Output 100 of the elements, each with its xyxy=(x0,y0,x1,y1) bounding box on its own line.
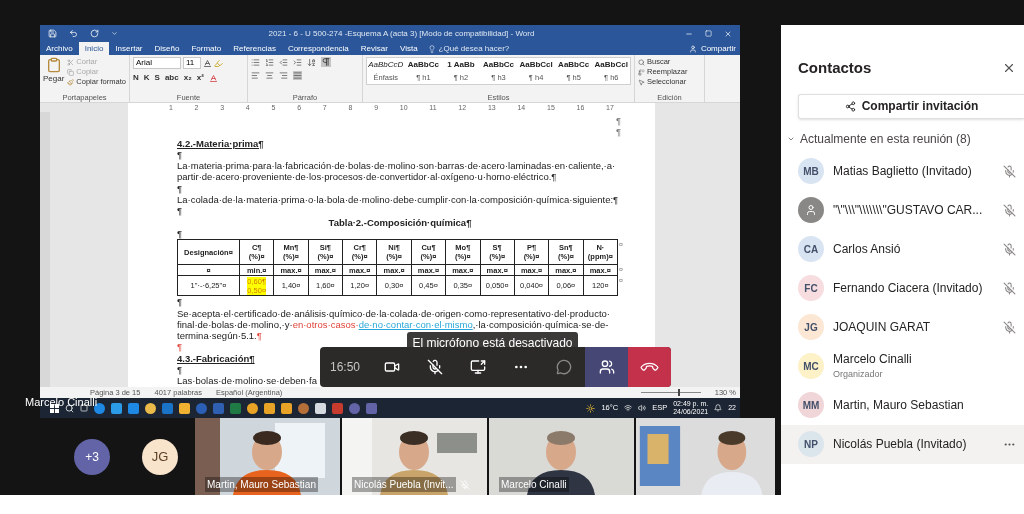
ribbon-tab[interactable]: Formato xyxy=(185,42,228,55)
ribbon-tab[interactable]: Diseño xyxy=(148,42,186,55)
section-heading: 4.3.-Fabricación¶ xyxy=(177,352,255,364)
app-tile-icon[interactable] xyxy=(315,402,326,414)
paragraph-mark: ¶ xyxy=(177,296,183,308)
paragraph-mark: ¶ xyxy=(615,126,621,138)
ribbon-tab[interactable]: Vista xyxy=(393,42,424,55)
ribbon-tab[interactable]: Revisar xyxy=(354,42,394,55)
replace-icon[interactable] xyxy=(638,68,645,76)
person-icon xyxy=(805,204,817,216)
app-tile-icon[interactable] xyxy=(213,402,224,414)
app-tile-icon[interactable] xyxy=(247,402,258,414)
participant-name: Marcelo Cinalli xyxy=(833,351,913,369)
window-title: 2021 - 6 - U 500-274 -Esquema A (acta 3) [Modo de compatibilidad] - Word xyxy=(267,27,536,40)
redo-icon[interactable] xyxy=(90,29,99,38)
mic-off-icon xyxy=(1003,320,1016,334)
app-tile-icon[interactable] xyxy=(145,402,156,414)
panel-title: Contactos xyxy=(798,58,872,78)
numbering-icon[interactable] xyxy=(265,57,274,67)
ribbon-tab[interactable]: Archivo xyxy=(40,42,79,55)
ribbon-tab[interactable]: Inicio xyxy=(78,42,110,55)
hang-up-button[interactable] xyxy=(628,347,671,387)
participant-row[interactable]: MM Martin, Mauro Sebastian xyxy=(781,385,1024,425)
paragraph: La·materia·prima·para·la·fabricación·de·bolas·de·molino·son·barras·de·acero·laminadas·en·caliente,·a· partir·de·acero·proveniente·de·los·procesos·de·convertidor·al·oxígeno·u·horno·eléctrico.¶ xyxy=(177,160,617,183)
app-tile-icon[interactable] xyxy=(281,402,292,414)
app-tile-icon[interactable] xyxy=(366,402,377,414)
participant-row[interactable]: JG JOAQUIN GARAT xyxy=(781,307,1024,347)
paste-button[interactable]: Pegar xyxy=(43,73,65,85)
ribbon-tab[interactable]: Correspondencia xyxy=(281,42,355,55)
align-left-icon[interactable] xyxy=(251,71,260,80)
paragraph-mark: ¶ xyxy=(177,148,183,160)
sort-icon[interactable] xyxy=(307,57,316,67)
format-button[interactable]: S xyxy=(154,72,160,84)
format-button[interactable]: N xyxy=(133,72,139,84)
section-toggle[interactable]: Actualmente en esta reunión (8) xyxy=(781,118,1024,152)
participant-row[interactable]: FC Fernando Ciacera (Invitado) xyxy=(781,268,1024,308)
align-center-icon[interactable] xyxy=(265,71,274,80)
person-icon xyxy=(688,44,697,53)
font-name-field[interactable]: Arial xyxy=(133,57,181,69)
task-view-icon[interactable] xyxy=(80,404,88,412)
maximize-icon[interactable] xyxy=(705,30,712,37)
format-button[interactable]: abc xyxy=(164,72,179,84)
participant-row[interactable]: NP Nicolás Puebla (Invitado) xyxy=(781,424,1024,464)
participant-row[interactable]: CA Carlos Ansió xyxy=(781,229,1024,269)
pilcrow-icon[interactable] xyxy=(321,57,331,67)
customize-icon[interactable] xyxy=(111,30,118,37)
ribbon-tab[interactable]: Insertar xyxy=(109,42,149,55)
app-tile-icon[interactable] xyxy=(196,402,207,414)
scissors-icon[interactable] xyxy=(67,58,75,66)
app-tile-icon[interactable] xyxy=(128,402,139,414)
highlighter-icon[interactable] xyxy=(214,58,223,68)
app-tile-icon[interactable] xyxy=(179,402,190,414)
app-tile-icon[interactable] xyxy=(111,402,122,414)
mic-off-icon xyxy=(1003,242,1016,256)
undo-icon[interactable] xyxy=(69,29,78,38)
outdent-icon[interactable] xyxy=(279,57,288,67)
avatar: JG xyxy=(798,314,824,340)
more-participants-badge[interactable]: +3 xyxy=(74,438,110,475)
participant-row[interactable]: MB Matias Baglietto (Invitado) xyxy=(781,151,1024,191)
share-invitation-button[interactable]: Compartir invitación xyxy=(798,93,1024,119)
font-color-icon[interactable] xyxy=(203,58,212,68)
app-tile-icon[interactable] xyxy=(230,402,241,414)
app-tile-icon[interactable] xyxy=(332,402,343,414)
paste-icon[interactable] xyxy=(45,57,62,73)
people-icon xyxy=(598,359,615,375)
format-button[interactable]: x₂ xyxy=(183,72,192,84)
bullets-icon[interactable] xyxy=(251,57,260,67)
tell-me-field[interactable]: ¿Qué desea hacer? xyxy=(435,42,513,55)
share-button[interactable]: Compartir xyxy=(696,42,740,55)
share-screen-icon xyxy=(469,359,486,375)
font-size-field[interactable]: 11 xyxy=(183,57,201,69)
format-button[interactable]: x² xyxy=(196,72,204,84)
lightbulb-icon xyxy=(427,44,436,53)
paragraph-mark: ¶ xyxy=(177,364,183,376)
wifi-icon[interactable] xyxy=(624,404,633,412)
volume-icon[interactable] xyxy=(638,404,647,412)
paragraph-mark: ¶ xyxy=(177,227,183,239)
app-tile-icon[interactable] xyxy=(264,402,275,414)
paragraph-mark: ¶ xyxy=(177,205,183,217)
app-tile-icon[interactable] xyxy=(298,402,309,414)
align-right-icon[interactable] xyxy=(279,71,288,80)
close-icon[interactable] xyxy=(724,29,732,38)
ribbon-tab[interactable]: Referencias xyxy=(227,42,282,55)
save-icon[interactable] xyxy=(48,29,57,38)
paintbrush-icon[interactable] xyxy=(67,78,75,86)
participant-row[interactable]: MC Marcelo Cinalli Organizador xyxy=(781,346,1024,386)
zoom-slider[interactable] xyxy=(640,389,701,396)
pointer-icon[interactable] xyxy=(638,78,645,86)
text-color-icon[interactable] xyxy=(208,73,218,83)
participant-row[interactable]: "\"\\\"\\\\\\\"GUSTAVO CAR... xyxy=(781,190,1024,230)
participants-button[interactable] xyxy=(585,347,628,387)
format-button[interactable]: K xyxy=(143,72,150,84)
section-heading: 4.2.-Materia·prima¶ xyxy=(177,137,264,149)
participant-name: Martin, Mauro Sebastian xyxy=(833,397,965,414)
indent-icon[interactable] xyxy=(293,57,302,67)
app-tile-icon[interactable] xyxy=(162,402,173,414)
paragraph-mark: ¶ xyxy=(177,182,183,194)
app-tile-icon[interactable] xyxy=(349,402,360,414)
notification-icon[interactable] xyxy=(714,404,723,412)
justify-icon[interactable] xyxy=(293,71,302,80)
